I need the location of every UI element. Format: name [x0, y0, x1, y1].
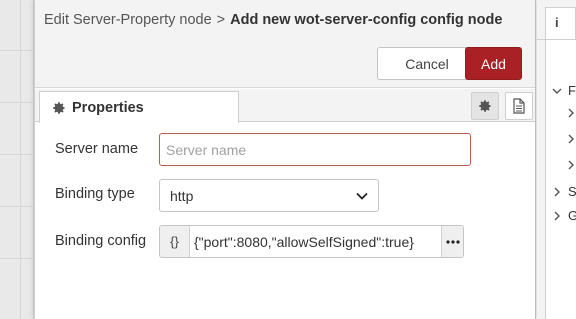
cancel-button[interactable]: Cancel [377, 47, 477, 80]
server-name-input[interactable] [159, 133, 471, 166]
tab-bar: Properties [35, 89, 535, 123]
tree-item[interactable] [566, 108, 576, 118]
chevron-right-icon [554, 187, 560, 196]
chevron-right-icon [568, 160, 574, 170]
binding-type-select[interactable]: http [159, 179, 379, 212]
tab-settings[interactable] [471, 92, 499, 120]
grid-line [0, 258, 34, 259]
grid-line [0, 206, 34, 207]
binding-config-label: Binding config [55, 233, 147, 249]
edit-tray: Edit Server-Property node > Add new wot-se… [34, 0, 536, 319]
chevron-down-icon [552, 88, 562, 94]
breadcrumb: Edit Server-Property node > Add new wot-se… [44, 12, 502, 28]
grid-line [0, 102, 34, 103]
server-name-label: Server name [55, 141, 139, 157]
chevron-right-icon [568, 134, 574, 144]
document-icon [513, 98, 525, 114]
breadcrumb-separator: > [216, 12, 226, 28]
tree-item-label: F [568, 83, 576, 98]
chevron-right-icon [568, 108, 574, 118]
tree-item[interactable]: S [552, 184, 576, 199]
tab-description[interactable] [505, 92, 533, 120]
workspace-canvas[interactable] [0, 0, 34, 319]
grid-line [0, 50, 34, 51]
ellipsis-icon [445, 239, 460, 244]
json-type-button[interactable]: {} [160, 226, 190, 257]
binding-config-value[interactable]: {"port":8080,"allowSelfSigned":true} [190, 234, 441, 250]
breadcrumb-current: Add new wot-server-config config node [230, 12, 503, 28]
binding-config-input[interactable]: {} {"port":8080,"allowSelfSigned":true} [159, 225, 464, 258]
add-button[interactable]: Add [465, 47, 522, 80]
chevron-right-icon [554, 211, 560, 220]
grid-line [0, 154, 34, 155]
sidebar-tab-info[interactable]: i [545, 7, 576, 39]
binding-type-label: Binding type [55, 186, 135, 202]
chevron-down-icon [356, 192, 368, 200]
tab-properties-label: Properties [72, 99, 144, 116]
tree-item[interactable]: F [552, 83, 576, 98]
tree-item[interactable] [566, 134, 576, 144]
tray-header: Edit Server-Property node > Add new wot-se… [35, 0, 535, 88]
tab-properties[interactable]: Properties [39, 91, 239, 123]
gear-icon [479, 100, 491, 112]
tree-item-label: S [568, 184, 576, 199]
tree-item[interactable] [566, 160, 576, 170]
tree-item-label: G [568, 208, 576, 223]
grid-line [20, 0, 21, 319]
right-sidebar: i F S G [537, 0, 576, 319]
gear-icon [53, 101, 65, 114]
expand-editor-button[interactable] [441, 226, 463, 257]
sidebar-tree: F S G [545, 40, 576, 319]
tree-item[interactable]: G [552, 208, 576, 223]
properties-form: Server name Binding type http Binding co… [35, 123, 535, 319]
breadcrumb-parent[interactable]: Edit Server-Property node [44, 12, 212, 28]
binding-type-value: http [170, 187, 194, 204]
